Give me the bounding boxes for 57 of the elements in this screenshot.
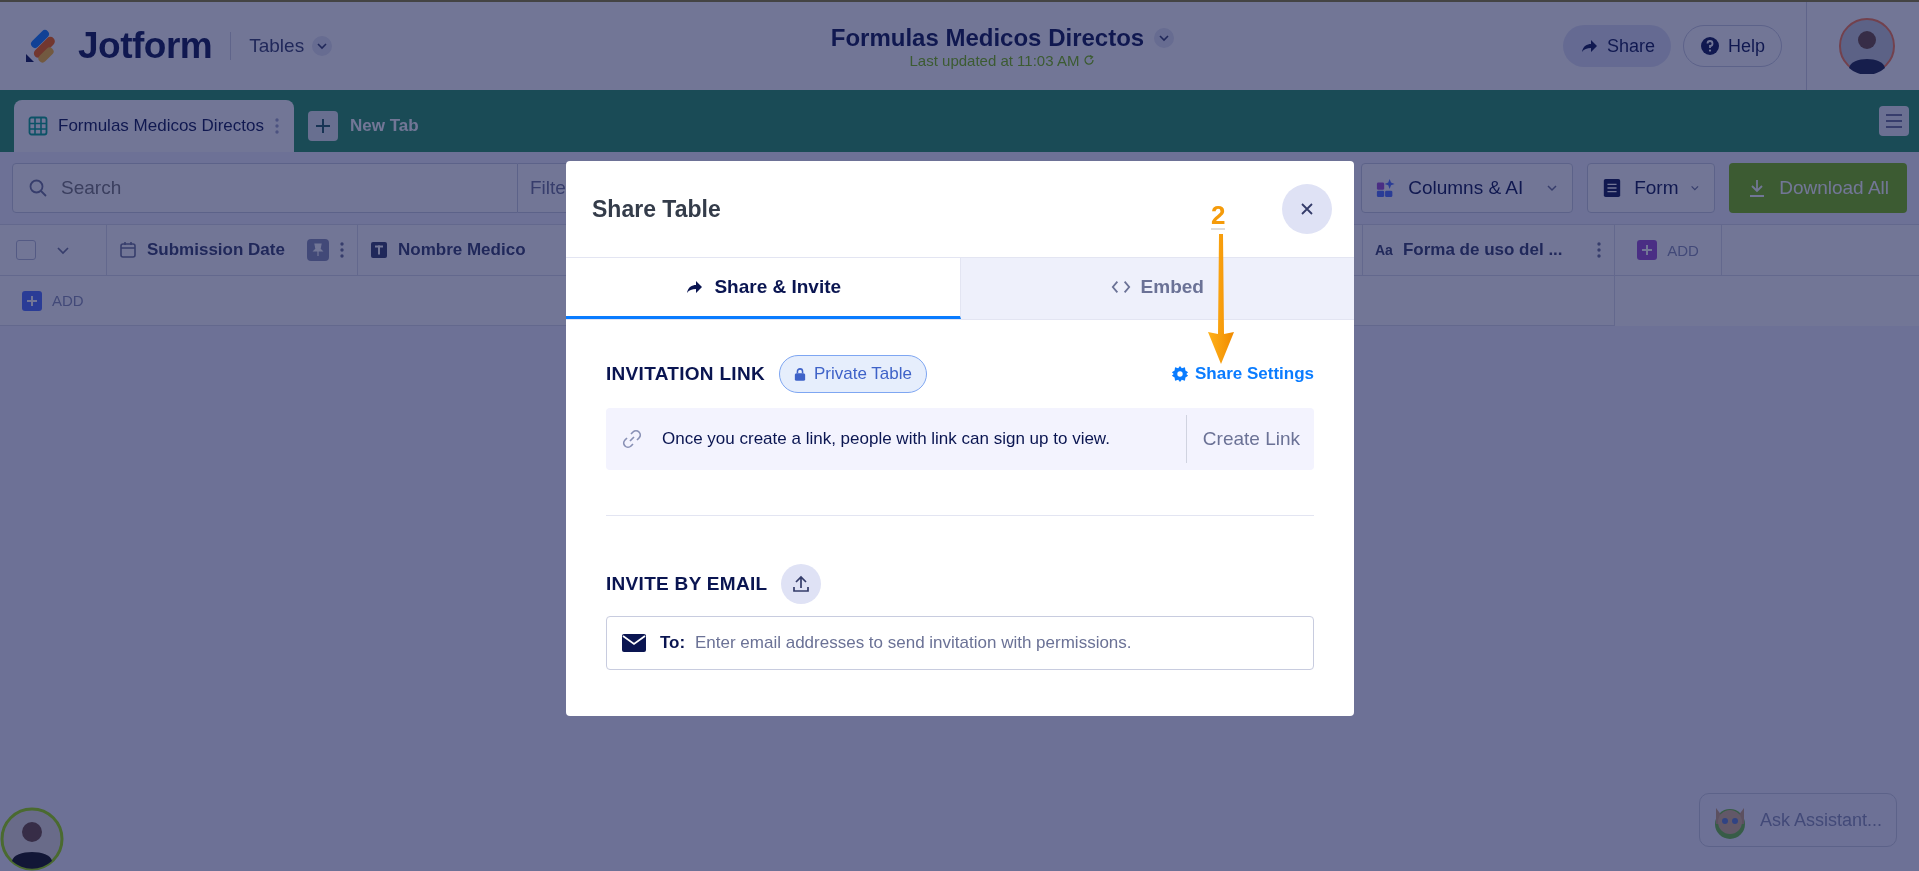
more-icon[interactable]	[1596, 240, 1602, 260]
columns-sparkle-icon	[1376, 178, 1397, 198]
column-header[interactable]: Submission Date	[107, 225, 358, 275]
text-field-icon	[370, 241, 388, 259]
upload-button[interactable]	[781, 564, 822, 604]
dialog-title: Share Table	[592, 195, 721, 223]
column-title: Submission Date	[147, 240, 285, 260]
tab-label[interactable]: Formulas Medicos Directos	[58, 116, 264, 136]
mail-icon	[622, 634, 646, 652]
plus-icon	[307, 111, 338, 141]
caret-icon	[1546, 182, 1559, 194]
upload-icon	[791, 574, 812, 594]
field-type-label: Aa	[1375, 242, 1393, 258]
columns-ai-button[interactable]: Columns & AI	[1361, 163, 1574, 213]
section-title: INVITATION LINK	[606, 363, 765, 385]
lock-icon	[793, 367, 806, 381]
close-icon	[1300, 202, 1314, 216]
gear-icon	[1170, 365, 1189, 383]
user-avatar[interactable]	[0, 807, 64, 871]
last-updated-text: Last updated at 11:03 AM	[909, 51, 1080, 69]
form-icon	[1602, 178, 1623, 198]
logo-text[interactable]: Jotform	[78, 25, 213, 67]
plus-icon	[1637, 240, 1658, 260]
refresh-icon[interactable]	[1083, 54, 1096, 66]
share-settings-link[interactable]: Share Settings	[1170, 364, 1314, 384]
help-icon	[1699, 36, 1720, 56]
more-icon[interactable]	[339, 240, 345, 260]
chevron-down-icon[interactable]	[1154, 27, 1175, 48]
dialog-tab[interactable]: Share & Invite	[566, 258, 961, 319]
column-header[interactable]: Aa Forma de uso del ...	[1363, 225, 1615, 275]
user-avatar[interactable]	[1839, 18, 1895, 74]
pin-icon[interactable]	[307, 239, 329, 261]
section-title: INVITE BY EMAIL	[606, 573, 768, 595]
search-icon	[28, 178, 48, 198]
close-button[interactable]	[1282, 184, 1332, 234]
form-button[interactable]: Form	[1587, 163, 1716, 213]
link-note: Once you create a link, people with link can sign up to view.	[662, 429, 1110, 449]
more-icon[interactable]	[273, 116, 280, 136]
new-tab-button[interactable]: New Tab	[307, 100, 419, 152]
share-button[interactable]: Share	[1562, 25, 1671, 67]
table-title[interactable]: Formulas Medicos Directos	[830, 23, 1145, 52]
product-dropdown[interactable]: Tables	[249, 35, 333, 57]
column-title: Nombre Medico	[398, 240, 526, 260]
sheet-tab[interactable]: Formulas Medicos Directos	[14, 100, 294, 152]
create-link-button[interactable]: Create Link	[1185, 415, 1314, 463]
link-icon	[622, 429, 642, 449]
privacy-badge: Private Table	[778, 355, 927, 393]
to-label: To:	[660, 633, 686, 653]
select-all-checkbox[interactable]	[16, 240, 36, 260]
calendar-icon	[119, 241, 137, 259]
column-title: Forma de uso del ...	[1402, 240, 1563, 260]
dialog-tab[interactable]: Embed	[960, 258, 1354, 319]
menu-icon[interactable]	[1879, 106, 1909, 136]
step-number: 2	[1211, 202, 1226, 230]
grid-icon	[28, 116, 48, 136]
plus-icon	[22, 290, 42, 311]
chevron-down-icon	[312, 36, 333, 56]
